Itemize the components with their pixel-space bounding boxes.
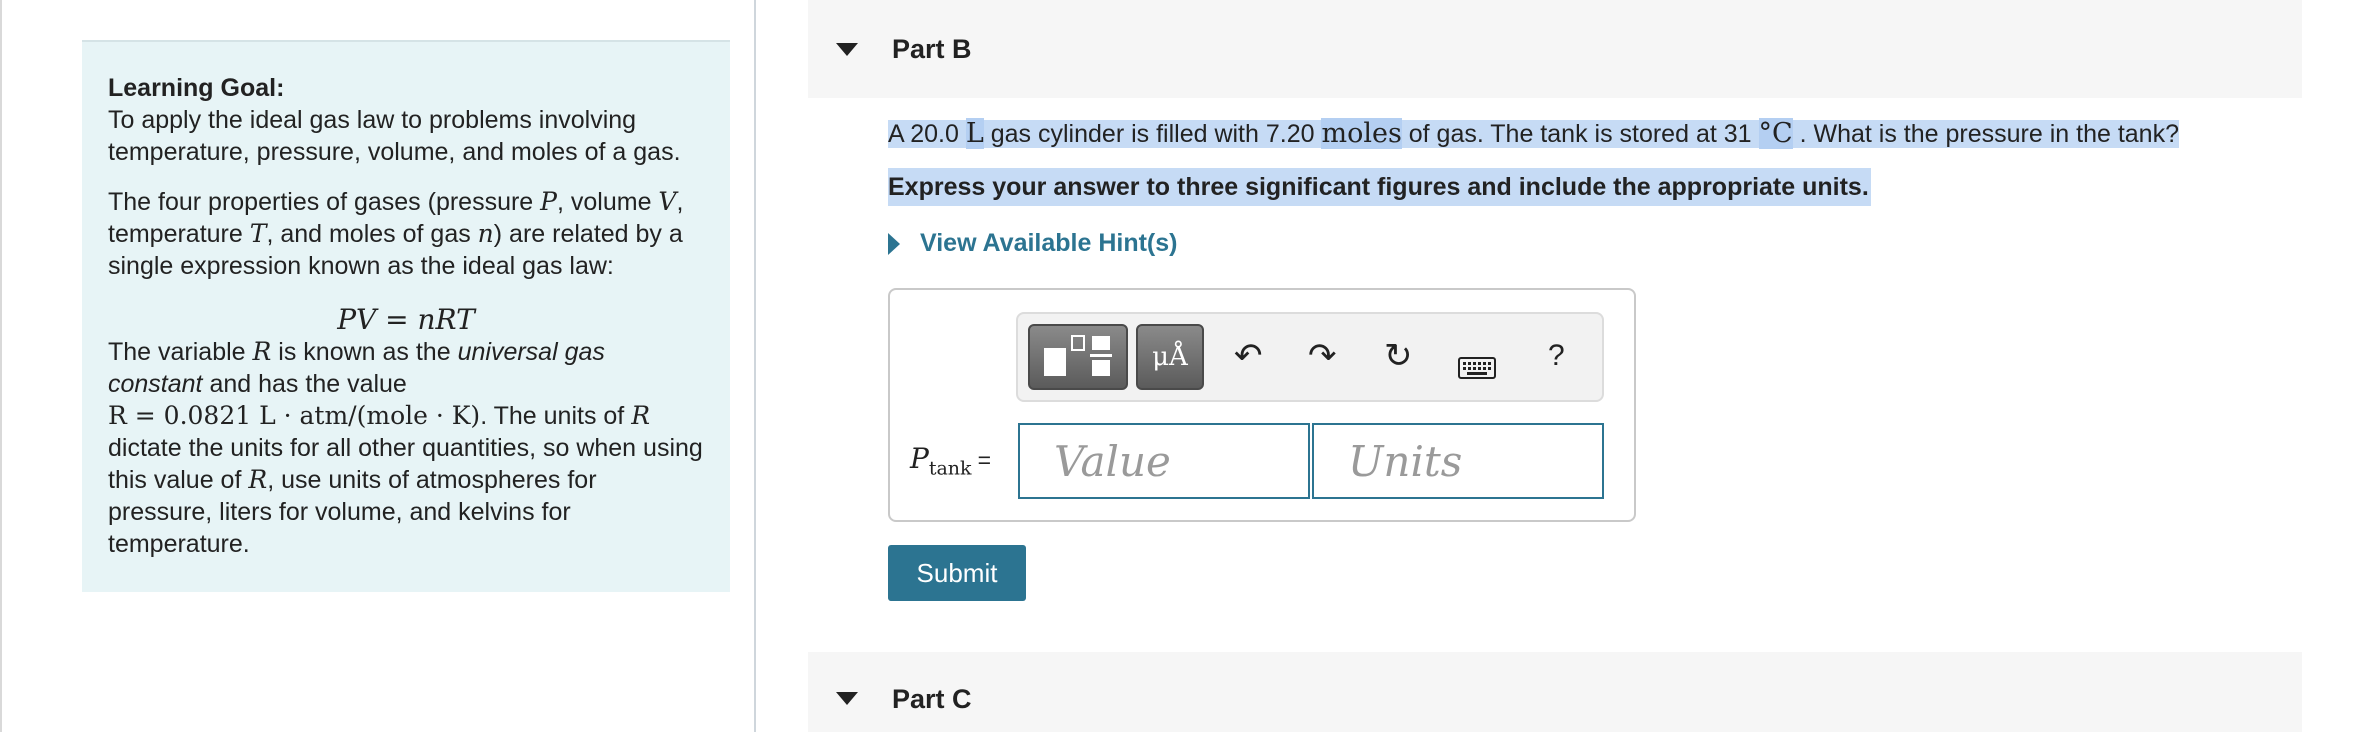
answer-instruction: Express your answer to three significant… <box>888 168 1871 206</box>
text: and has the value <box>202 370 407 398</box>
ideal-gas-equation: PV = nRT <box>337 303 475 336</box>
unit-moles: moles <box>1321 118 1402 149</box>
math-t: T <box>249 219 267 248</box>
text: . What is the pressure in the tank? <box>1792 120 2179 148</box>
answer-variable-label: Ptank = <box>910 442 991 480</box>
templates-button[interactable] <box>1028 324 1128 390</box>
properties-paragraph: The four properties of gases (pressure P… <box>108 186 704 282</box>
learning-goal-box: Learning Goal: To apply the ideal gas la… <box>82 40 730 592</box>
question-text: A 20.0 L gas cylinder is filled with 7.2… <box>888 114 2268 154</box>
learning-goal-intro: To apply the ideal gas law to problems i… <box>108 106 681 166</box>
text: . The units of <box>480 402 632 430</box>
text: , and moles of gas <box>266 220 478 248</box>
redo-icon[interactable]: ↷ <box>1308 336 1337 376</box>
r-value: R = 0.0821 L · atm/(mole · K) <box>108 401 481 430</box>
caret-down-icon[interactable] <box>836 692 858 705</box>
part-c-label: Part C <box>892 684 972 714</box>
part-c-header[interactable]: Part C <box>808 652 2302 732</box>
caret-down-icon[interactable] <box>836 42 858 56</box>
keyboard-icon[interactable] <box>1458 348 1496 388</box>
hints-label: View Available Hint(s) <box>920 229 1178 257</box>
unit-liters: L <box>965 118 984 149</box>
math-p: P <box>540 187 557 216</box>
right-pane: Part B A 20.0 L gas cylinder is filled w… <box>758 0 2354 732</box>
units-button[interactable]: μÅ <box>1136 324 1204 390</box>
caret-right-icon <box>888 232 900 255</box>
text: , volume <box>556 188 659 216</box>
math-r: R <box>252 337 272 366</box>
part-b-label: Part B <box>892 33 972 64</box>
part-b-header[interactable]: Part B <box>808 0 2302 98</box>
reset-icon[interactable]: ↻ <box>1384 336 1413 376</box>
text: The variable <box>108 338 253 366</box>
units-input[interactable] <box>1312 423 1604 499</box>
text: of gas. The tank is stored at 31 <box>1401 120 1759 148</box>
submit-button[interactable]: Submit <box>888 545 1026 601</box>
math-r: R <box>248 465 268 494</box>
left-pane: Learning Goal: To apply the ideal gas la… <box>0 0 756 732</box>
help-icon[interactable]: ? <box>1548 336 1565 376</box>
math-n: n <box>477 219 494 248</box>
value-input[interactable] <box>1018 423 1310 499</box>
templates-icon <box>1044 335 1112 376</box>
text: The four properties of gases (pressure <box>108 188 541 216</box>
math-v: V <box>658 187 677 216</box>
math-toolbar: μÅ ↶ ↷ ↻ ? <box>1016 312 1604 402</box>
text: gas cylinder is filled with 7.20 <box>983 120 1322 148</box>
view-hints-link[interactable]: View Available Hint(s) <box>888 229 1177 258</box>
equals-sign: = <box>977 447 991 473</box>
text: is known as the <box>271 338 458 366</box>
constant-paragraph: The variable R is known as the universal… <box>108 336 704 560</box>
unit-celsius: °C <box>1758 118 1793 149</box>
variable-symbol: P <box>910 442 929 475</box>
variable-subscript: tank <box>928 457 972 480</box>
text: A 20.0 <box>888 120 966 148</box>
undo-icon[interactable]: ↶ <box>1234 336 1263 376</box>
math-r: R <box>631 401 651 430</box>
keyboard-glyph <box>1458 357 1496 379</box>
answer-box: μÅ ↶ ↷ ↻ ? Ptank = <box>888 288 1636 522</box>
learning-goal-title: Learning Goal: <box>108 74 285 102</box>
